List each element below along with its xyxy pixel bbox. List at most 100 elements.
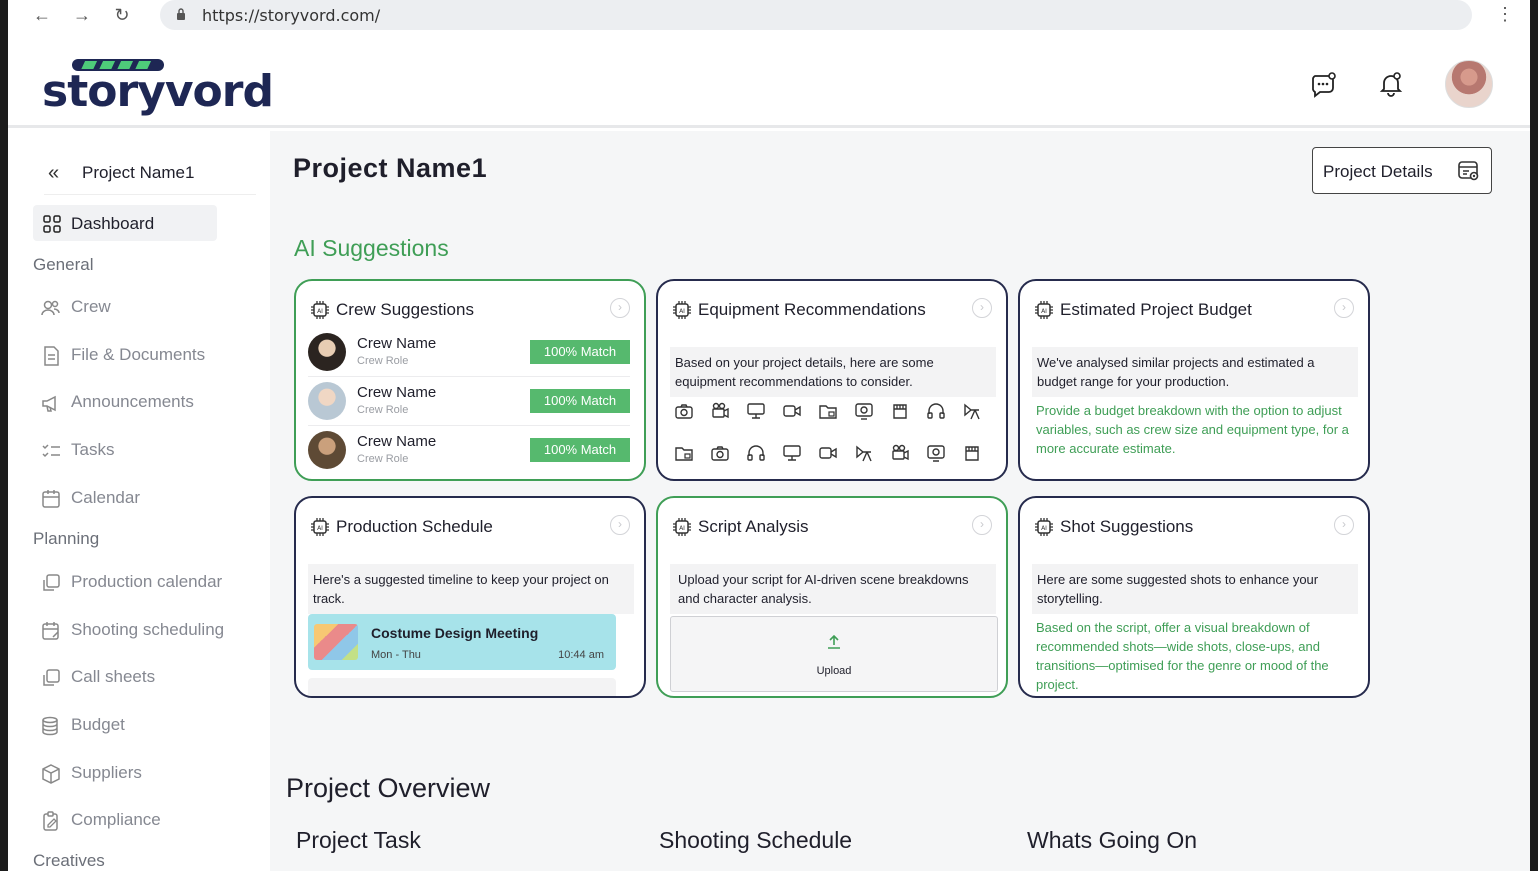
main-content: Project Name1 Project Details AI Suggest… bbox=[270, 131, 1530, 871]
camera-icon[interactable] bbox=[674, 401, 694, 421]
copy-icon bbox=[43, 669, 60, 686]
crew-avatar bbox=[308, 382, 346, 420]
chevron-right-icon[interactable]: › bbox=[1334, 298, 1354, 318]
sidebar-item-label: File & Documents bbox=[71, 345, 206, 364]
crew-list-item[interactable]: Crew Name Crew Role 100% Match bbox=[308, 328, 630, 377]
video-icon[interactable] bbox=[782, 401, 802, 421]
sidebar-item-shooting-scheduling[interactable]: Shooting scheduling bbox=[40, 616, 260, 644]
sidebar-item-call-sheets[interactable]: Call sheets bbox=[40, 663, 260, 691]
upload-label: Upload bbox=[816, 665, 852, 677]
crew-role: Crew Role bbox=[357, 453, 409, 465]
sidebar-item-label: Budget bbox=[71, 715, 125, 734]
movie-camera-icon[interactable] bbox=[890, 443, 910, 463]
crew-avatar bbox=[308, 431, 346, 469]
sidebar-section-creatives: Creatives bbox=[33, 851, 105, 870]
clapperboard-icon[interactable] bbox=[890, 401, 910, 421]
sidebar-item-announcements[interactable]: Announcements bbox=[40, 388, 260, 416]
sidebar-item-calendar[interactable]: Calendar bbox=[40, 484, 260, 512]
crew-name: Crew Name bbox=[357, 384, 437, 401]
projector-icon[interactable] bbox=[854, 401, 874, 421]
user-avatar[interactable] bbox=[1445, 60, 1493, 108]
upload-dropzone[interactable]: Upload bbox=[670, 616, 998, 692]
folder-video-icon[interactable] bbox=[818, 401, 838, 421]
card-title: Shot Suggestions bbox=[1060, 517, 1194, 536]
forward-button[interactable]: → bbox=[70, 4, 94, 26]
ai-chip-icon: AI bbox=[1035, 518, 1053, 536]
crew-list-item[interactable]: Crew Name Crew Role 100% Match bbox=[308, 377, 630, 426]
estimated-budget-card[interactable]: AI Estimated Project Budget › We've anal… bbox=[1018, 279, 1370, 481]
svg-text:AI: AI bbox=[1041, 525, 1047, 532]
lock-icon bbox=[177, 8, 185, 20]
crew-list-item[interactable]: Crew Name Crew Role 100% Match bbox=[308, 426, 630, 475]
ai-chip-icon: AI bbox=[1035, 301, 1053, 319]
match-badge: 100% Match bbox=[530, 340, 630, 364]
sidebar-item-dashboard[interactable]: Dashboard bbox=[33, 205, 217, 241]
schedule-event-partial[interactable] bbox=[308, 678, 616, 696]
folder-video-icon[interactable] bbox=[674, 443, 694, 463]
shots-note: Based on the script, offer a visual brea… bbox=[1036, 620, 1329, 692]
sidebar-item-file-documents[interactable]: File & Documents bbox=[40, 341, 260, 369]
page-title: Project Name1 bbox=[293, 153, 488, 183]
schedule-event[interactable]: Costume Design Meeting Mon - Thu 10:44 a… bbox=[308, 614, 616, 670]
project-details-button[interactable]: Project Details bbox=[1312, 147, 1492, 194]
calendar-icon bbox=[42, 490, 60, 508]
chevron-right-icon[interactable]: › bbox=[1334, 515, 1354, 535]
browser-toolbar: ← → ↻ https://storyvord.com/ ⋮ bbox=[8, 0, 1530, 32]
ai-suggestions-heading: AI Suggestions bbox=[294, 235, 449, 261]
bell-icon[interactable] bbox=[1377, 70, 1405, 98]
chat-icon[interactable] bbox=[1310, 70, 1338, 98]
sidebar-project-name: Project Name1 bbox=[82, 163, 195, 182]
crew-suggestions-card[interactable]: AI Crew Suggestions › Crew Name Crew Rol… bbox=[294, 279, 646, 481]
movie-camera-icon[interactable] bbox=[710, 401, 730, 421]
crew-role: Crew Role bbox=[357, 404, 409, 416]
monitor-icon[interactable] bbox=[782, 443, 802, 463]
reload-button[interactable]: ↻ bbox=[110, 4, 134, 26]
event-title: Costume Design Meeting bbox=[371, 625, 539, 641]
sidebar-item-label: Crew bbox=[71, 297, 111, 316]
equipment-recommendations-card[interactable]: AI Equipment Recommendations › Based on … bbox=[656, 279, 1008, 481]
address-bar[interactable]: https://storyvord.com/ bbox=[160, 0, 1472, 30]
shot-suggestions-card[interactable]: AI Shot Suggestions › Here are some sugg… bbox=[1018, 496, 1370, 698]
svg-text:AI: AI bbox=[317, 525, 323, 532]
project-overview-heading: Project Overview bbox=[286, 773, 491, 803]
card-title: Equipment Recommendations bbox=[698, 300, 926, 319]
monitor-icon[interactable] bbox=[746, 401, 766, 421]
sidebar-project-header[interactable]: « Project Name1 bbox=[44, 159, 256, 195]
card-description: Here's a suggested timeline to keep your… bbox=[308, 564, 634, 614]
production-schedule-card[interactable]: AI Production Schedule › Here's a sugges… bbox=[294, 496, 646, 698]
light-stand-icon[interactable] bbox=[854, 443, 874, 463]
event-days: Mon - Thu bbox=[371, 649, 421, 661]
projector-icon[interactable] bbox=[926, 443, 946, 463]
project-task-heading: Project Task bbox=[296, 827, 421, 853]
light-stand-icon[interactable] bbox=[962, 401, 982, 421]
chevron-right-icon[interactable]: › bbox=[610, 298, 630, 318]
coins-icon bbox=[42, 716, 58, 736]
sidebar-item-tasks[interactable]: Tasks bbox=[40, 436, 260, 464]
checklist-icon bbox=[42, 444, 60, 458]
collapse-sidebar-icon[interactable]: « bbox=[48, 162, 59, 185]
card-title: Crew Suggestions bbox=[336, 300, 474, 319]
sidebar-item-suppliers[interactable]: Suppliers bbox=[40, 759, 260, 787]
headphones-icon[interactable] bbox=[746, 443, 766, 463]
chevron-right-icon[interactable]: › bbox=[972, 515, 992, 535]
clapperboard-icon[interactable] bbox=[962, 443, 982, 463]
sidebar-item-crew[interactable]: Crew bbox=[40, 293, 260, 321]
crew-icon bbox=[41, 300, 60, 316]
chevron-right-icon[interactable]: › bbox=[972, 298, 992, 318]
back-button[interactable]: ← bbox=[30, 4, 54, 26]
crew-name: Crew Name bbox=[357, 335, 437, 352]
ai-chip-icon: AI bbox=[673, 518, 691, 536]
browser-menu-button[interactable]: ⋮ bbox=[1496, 4, 1514, 25]
headphones-icon[interactable] bbox=[926, 401, 946, 421]
sidebar-item-compliance[interactable]: Compliance bbox=[40, 806, 260, 834]
crew-role: Crew Role bbox=[357, 355, 409, 367]
camera-icon[interactable] bbox=[710, 443, 730, 463]
video-icon[interactable] bbox=[818, 443, 838, 463]
sidebar-item-production-calendar[interactable]: Production calendar bbox=[40, 568, 260, 596]
box-icon bbox=[42, 764, 60, 784]
script-analysis-card[interactable]: AI Script Analysis › Upload your script … bbox=[656, 496, 1008, 698]
sidebar-item-budget[interactable]: Budget bbox=[40, 711, 260, 739]
sidebar-item-label: Announcements bbox=[71, 392, 194, 411]
sidebar-item-label: Suppliers bbox=[71, 763, 142, 782]
chevron-right-icon[interactable]: › bbox=[610, 515, 630, 535]
